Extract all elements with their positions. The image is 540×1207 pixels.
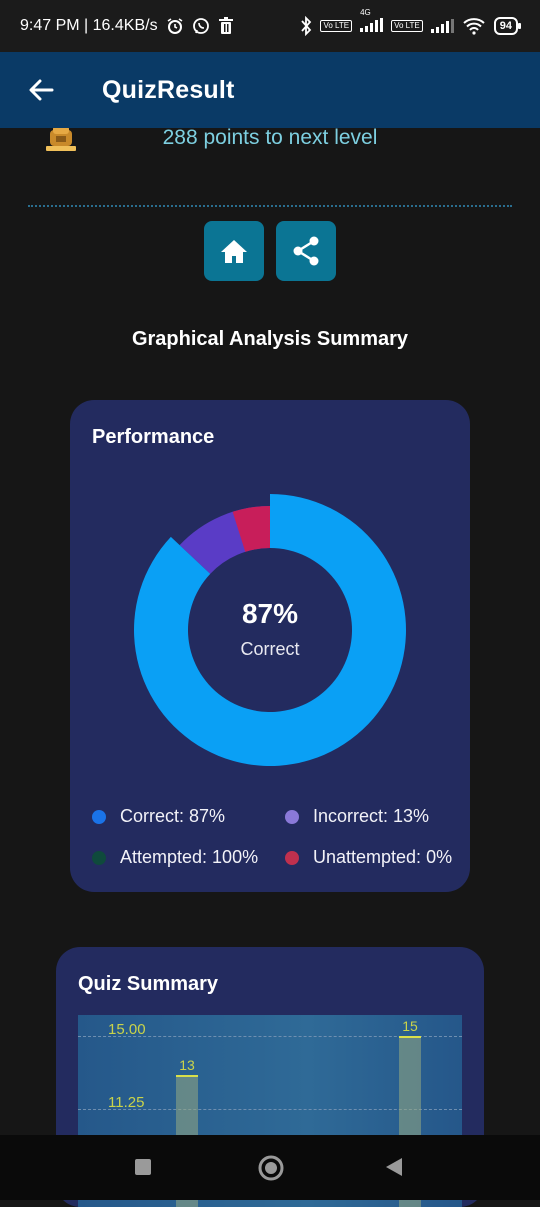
- donut-center-label: Correct: [240, 639, 300, 659]
- network-label: 4G: [360, 7, 371, 17]
- bar-label: 15: [402, 1018, 418, 1034]
- signal-icon-2: [430, 19, 454, 33]
- bar-label: 13: [179, 1056, 195, 1073]
- quiz-summary-title: Quiz Summary: [78, 973, 219, 995]
- signal-icon: 4G: [360, 8, 384, 35]
- legend-item-correct: Correct: 87%: [92, 806, 225, 827]
- legend-label: Unattempted: 0%: [313, 847, 453, 867]
- legend-dot: [285, 809, 299, 824]
- legend-dot: [92, 809, 106, 824]
- legend-item-unattempted: Unattempted: 0%: [285, 847, 452, 868]
- system-nav-bar: [0, 1135, 540, 1200]
- wifi-icon: [463, 18, 485, 35]
- legend-item-incorrect: Incorrect: 13%: [285, 806, 429, 827]
- bar-top-marker: [399, 1036, 421, 1038]
- legend-dot: [92, 850, 106, 865]
- trash-icon: [218, 17, 233, 34]
- legend-label: Incorrect: 13%: [313, 806, 430, 826]
- donut-center-value: 87%: [241, 598, 299, 629]
- battery-icon: 94: [493, 17, 522, 35]
- bar-top-marker: [176, 1074, 198, 1077]
- status-bar: 9:47 PM | 16.4KB/s Vo LTE 4G Vo LTE 94: [0, 0, 540, 52]
- legend-dot: [285, 850, 299, 865]
- status-time-speed: 9:47 PM | 16.4KB/s: [20, 17, 158, 34]
- volte-badge-2: Vo LTE: [391, 20, 423, 32]
- y-tick-label: 11.25: [108, 1094, 145, 1111]
- back-triangle-icon[interactable]: [385, 1157, 403, 1182]
- recent-apps-icon[interactable]: [135, 1159, 151, 1180]
- arrow-left-icon[interactable]: [26, 75, 56, 105]
- points-to-next-level: 288 points to next level: [162, 126, 378, 149]
- page-title: QuizResult: [102, 75, 235, 104]
- share-button[interactable]: [276, 221, 336, 281]
- legend-label: Attempted: 100%: [120, 847, 259, 867]
- section-title: Graphical Analysis Summary: [131, 328, 409, 350]
- legend-label: Correct: 87%: [120, 806, 226, 826]
- performance-card: Performance 87% Correct Correct: 87% Inc…: [70, 400, 470, 892]
- whatsapp-icon: [192, 18, 209, 34]
- legend-item-attempted: Attempted: 100%: [92, 847, 258, 868]
- dotted-divider: [28, 205, 512, 207]
- donut-slice-correct: [133, 494, 406, 766]
- home-icon: [221, 240, 247, 263]
- app-bar: QuizResult: [0, 52, 540, 128]
- points-row: 288 points to next level: [0, 124, 540, 154]
- bluetooth-icon: [301, 16, 312, 36]
- y-tick-label: 15.00: [108, 1021, 146, 1038]
- volte-badge: Vo LTE: [320, 20, 353, 32]
- share-icon: [293, 236, 319, 266]
- home-circle-icon[interactable]: [258, 1155, 284, 1186]
- home-button[interactable]: [204, 221, 264, 281]
- alarm-icon: [167, 18, 183, 34]
